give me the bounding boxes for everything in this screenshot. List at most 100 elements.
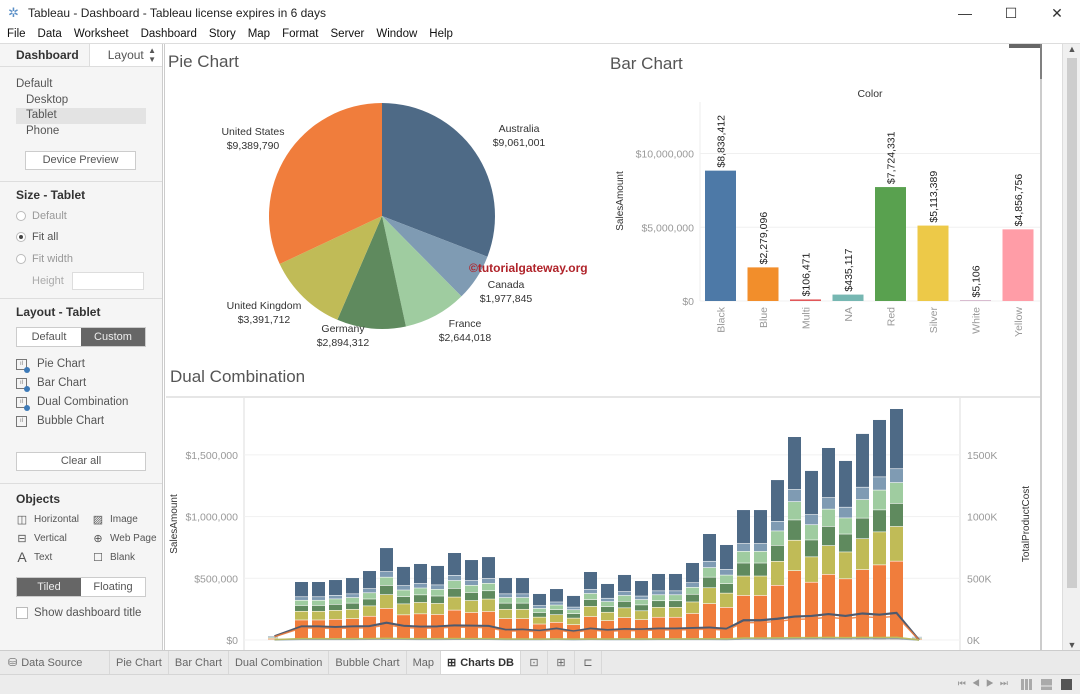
show-title-checkbox[interactable] bbox=[16, 606, 28, 619]
sheet-tab-bubble-chart[interactable]: Bubble Chart bbox=[329, 651, 407, 674]
dual-bar-segment bbox=[873, 490, 886, 510]
dual-bar-segment bbox=[771, 585, 784, 640]
object-label: Horizontal bbox=[34, 513, 80, 525]
layout-default-button[interactable]: Default bbox=[17, 327, 81, 346]
dual-bar-segment bbox=[873, 419, 886, 477]
show-sheet-sorter-icon[interactable] bbox=[1021, 679, 1032, 690]
maximize-button[interactable]: ☐ bbox=[988, 0, 1034, 26]
object-horizontal[interactable]: ◫ Horizontal bbox=[16, 512, 92, 527]
sheet-tab-pie-chart[interactable]: Pie Chart bbox=[110, 651, 169, 674]
dual-bar-segment bbox=[431, 565, 444, 585]
tiled-button[interactable]: Tiled bbox=[17, 577, 81, 596]
menu-data[interactable]: Data bbox=[32, 26, 68, 43]
device-default[interactable]: Default bbox=[16, 77, 162, 93]
object-vertical[interactable]: ⊟ Vertical bbox=[16, 531, 92, 546]
sheet-item-dual-combination[interactable]: ıl Dual Combination bbox=[0, 393, 162, 412]
dual-y-axis-label: SalesAmount bbox=[169, 494, 180, 554]
menu-worksheet[interactable]: Worksheet bbox=[68, 26, 135, 43]
scroll-up-icon[interactable]: ▲ bbox=[1063, 44, 1080, 54]
sheet-tab-map[interactable]: Map bbox=[407, 651, 441, 674]
size-option-fit-width[interactable]: Fit width bbox=[0, 248, 162, 270]
sheet-tab-dual-combination[interactable]: Dual Combination bbox=[229, 651, 330, 674]
menu-dashboard[interactable]: Dashboard bbox=[135, 26, 203, 43]
device-desktop[interactable]: Desktop bbox=[16, 93, 162, 109]
dual-y-tick-label: $1,500,000 bbox=[185, 450, 238, 462]
dual-bar-segment bbox=[295, 611, 308, 620]
dual-bar-segment bbox=[346, 603, 359, 610]
first-sheet-icon[interactable]: ⏮ bbox=[958, 678, 972, 688]
new-dashboard-button[interactable]: ⊞ bbox=[548, 651, 576, 674]
layout-custom-button[interactable]: Custom bbox=[81, 327, 145, 346]
vertical-scrollbar[interactable]: ▲ ▼ bbox=[1062, 44, 1080, 650]
bar-yellow bbox=[1002, 229, 1034, 301]
menu-help[interactable]: Help bbox=[423, 26, 459, 43]
layout-title: Layout - Tablet bbox=[16, 304, 101, 319]
dual-y2-axis-label: TotalProductCost bbox=[1021, 486, 1032, 562]
dual-bar-segment bbox=[312, 582, 325, 597]
bar-y-tick-label: $5,000,000 bbox=[641, 222, 694, 234]
dual-bar-segment bbox=[533, 608, 546, 613]
show-tabs-icon[interactable] bbox=[1061, 679, 1072, 690]
height-row: Height bbox=[0, 270, 162, 292]
menu-window[interactable]: Window bbox=[370, 26, 423, 43]
worksheet-icon: ıl bbox=[16, 358, 30, 373]
dual-bar-segment bbox=[890, 408, 903, 469]
menu-format[interactable]: Format bbox=[276, 26, 324, 43]
dual-bar-segment bbox=[550, 589, 563, 602]
dual-bar-segment bbox=[414, 563, 427, 584]
dual-bar-segment bbox=[499, 603, 512, 610]
sheet-item-pie-chart[interactable]: ıl Pie Chart bbox=[0, 355, 162, 374]
clear-all-button[interactable]: Clear all bbox=[16, 451, 146, 471]
new-story-button[interactable]: ⊏ bbox=[575, 651, 603, 674]
dual-bar-segment bbox=[499, 578, 512, 594]
pie-label-category: United States bbox=[221, 126, 284, 138]
sheet-list: ıl Pie Chart ıl Bar Chart ıl Dual Combinati… bbox=[0, 355, 162, 431]
prev-sheet-icon[interactable]: ◀ bbox=[972, 678, 986, 688]
bar-chart-column-header: Color bbox=[857, 88, 883, 100]
menu-server[interactable]: Server bbox=[325, 26, 371, 43]
minimize-button[interactable]: — bbox=[942, 0, 988, 26]
object-web-page[interactable]: ⊕ Web Page bbox=[92, 531, 162, 546]
tab-dashboard[interactable]: Dashboard bbox=[0, 44, 89, 66]
scroll-down-icon[interactable]: ▼ bbox=[1063, 640, 1080, 650]
dual-bar-segment bbox=[873, 477, 886, 490]
menu-story[interactable]: Story bbox=[203, 26, 242, 43]
close-button[interactable]: ✕ bbox=[1034, 0, 1080, 26]
dual-bar-segment bbox=[805, 582, 818, 640]
object-image[interactable]: ▨ Image bbox=[92, 512, 162, 527]
pie-label-value: $2,894,312 bbox=[317, 337, 370, 349]
size-option-default[interactable]: Default bbox=[0, 205, 162, 227]
dual-bar-segment bbox=[346, 618, 359, 640]
floating-button[interactable]: Floating bbox=[81, 577, 145, 596]
device-list: Default Desktop Tablet Phone bbox=[0, 67, 162, 139]
menu-file[interactable]: File bbox=[0, 26, 32, 43]
object-blank[interactable]: ☐ Blank bbox=[92, 550, 162, 565]
show-title-row[interactable]: Show dashboard title bbox=[16, 606, 162, 619]
dual-bar-segment bbox=[584, 593, 597, 600]
bar-red bbox=[875, 187, 906, 301]
sheet-tab-charts-db[interactable]: ⊞ Charts DB bbox=[441, 651, 522, 674]
scrollbar-thumb[interactable] bbox=[1067, 58, 1077, 588]
show-filmstrip-icon[interactable] bbox=[1041, 679, 1052, 690]
last-sheet-icon[interactable]: ⏭ bbox=[1000, 678, 1014, 688]
size-option-fit-all[interactable]: Fit all bbox=[0, 227, 162, 249]
status-bar: ⏮◀▶⏭ bbox=[0, 674, 1080, 694]
window-titlebar: ✲ Tableau - Dashboard - Tableau license … bbox=[0, 0, 1080, 26]
height-input[interactable] bbox=[71, 271, 144, 290]
device-preview-button[interactable]: Device Preview bbox=[25, 151, 136, 170]
tab-layout[interactable]: Layout ▲ ▼ bbox=[88, 44, 162, 66]
next-sheet-icon[interactable]: ▶ bbox=[986, 678, 1000, 688]
dual-bar-segment bbox=[618, 601, 631, 608]
device-phone[interactable]: Phone bbox=[16, 124, 162, 140]
new-worksheet-button[interactable]: ⊡ bbox=[521, 651, 549, 674]
sheet-item-bar-chart[interactable]: ıl Bar Chart bbox=[0, 374, 162, 393]
menu-map[interactable]: Map bbox=[242, 26, 276, 43]
object-text[interactable]: A Text bbox=[16, 549, 92, 565]
sheet-item-bubble-chart[interactable]: ıl Bubble Chart bbox=[0, 412, 162, 431]
object-label: Image bbox=[110, 513, 138, 525]
bar-multi bbox=[790, 299, 821, 301]
dual-bar-segment bbox=[363, 588, 376, 593]
sheet-tab-bar-chart[interactable]: Bar Chart bbox=[169, 651, 229, 674]
device-tablet[interactable]: Tablet bbox=[16, 108, 146, 124]
data-source-tab[interactable]: ⛁ Data Source bbox=[0, 651, 110, 674]
